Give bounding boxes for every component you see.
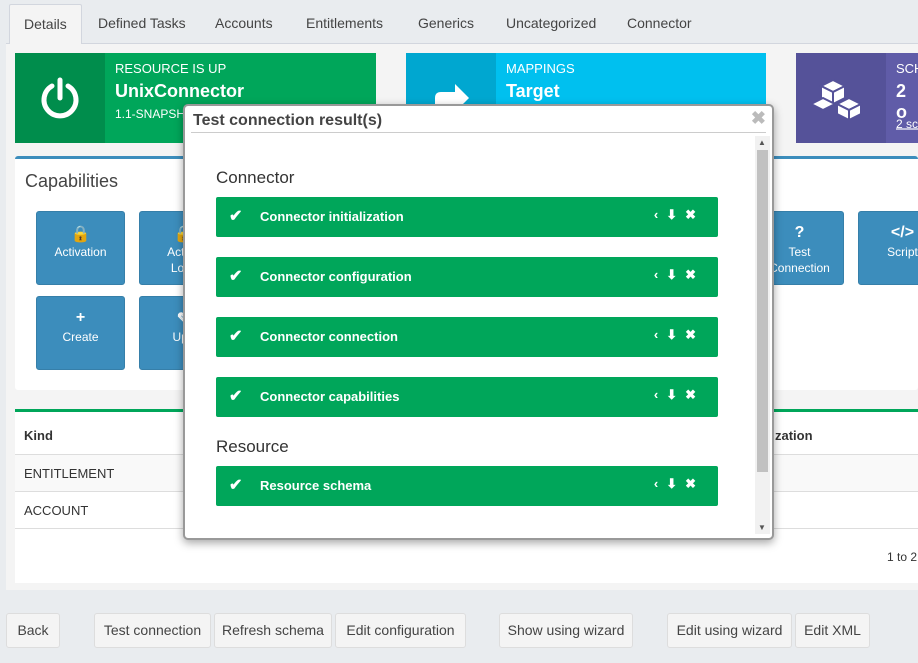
result-connector-configuration[interactable]: ✔ Connector configuration ‹⬇✖	[216, 257, 718, 297]
capabilities-title: Capabilities	[25, 171, 119, 191]
column-header-synchronization[interactable]: zation	[775, 428, 813, 443]
expand-icon[interactable]: ‹	[654, 476, 666, 491]
test-connection-button[interactable]: Test connection	[94, 613, 211, 648]
schema-sub: 2 sc	[896, 117, 918, 131]
tab-uncategorized[interactable]: Uncategorized	[492, 4, 610, 44]
result-connector-connection[interactable]: ✔ Connector connection ‹⬇✖	[216, 317, 718, 357]
download-icon[interactable]: ⬇	[666, 327, 685, 342]
dialog-scrollbar[interactable]: ▲ ▼	[755, 136, 770, 534]
tab-connector[interactable]: Connector	[613, 4, 706, 44]
result-actions: ‹⬇✖	[654, 267, 704, 283]
dialog-body: Connector ✔ Connector initialization ‹⬇✖…	[191, 136, 771, 534]
connector-version: 1.1-SNAPSH	[115, 107, 186, 121]
expand-icon[interactable]: ‹	[654, 327, 666, 342]
tab-details[interactable]: Details	[9, 4, 82, 45]
show-using-wizard-button[interactable]: Show using wizard	[499, 613, 633, 648]
code-icon: </>	[890, 224, 915, 241]
download-icon[interactable]: ⬇	[666, 267, 685, 282]
check-icon: ✔	[229, 208, 243, 225]
dialog-title: Test connection result(s)	[193, 112, 383, 129]
result-actions: ‹⬇✖	[654, 387, 704, 403]
scroll-down-icon[interactable]: ▼	[758, 523, 766, 532]
capability-activation-button[interactable]: 🔒 Activation	[36, 211, 125, 285]
power-icon	[15, 53, 105, 143]
column-header-kind[interactable]: Kind	[24, 428, 53, 443]
tab-entitlements[interactable]: Entitlements	[292, 4, 397, 44]
download-icon[interactable]: ⬇	[666, 387, 685, 402]
edit-configuration-button[interactable]: Edit configuration	[335, 613, 466, 648]
remove-icon[interactable]: ✖	[685, 267, 704, 282]
check-icon: ✔	[229, 388, 243, 405]
plus-icon: +	[75, 309, 86, 326]
connector-name: UnixConnector	[115, 81, 245, 101]
resource-status-caption: RESOURCE IS UP	[115, 61, 227, 76]
mappings-value: Target	[506, 81, 560, 101]
section-resource: Resource	[216, 437, 289, 456]
scroll-up-icon[interactable]: ▲	[758, 138, 766, 147]
lock-icon: 🔒	[70, 226, 91, 243]
edit-xml-button[interactable]: Edit XML	[795, 613, 870, 648]
expand-icon[interactable]: ‹	[654, 387, 666, 402]
result-actions: ‹⬇✖	[654, 327, 704, 343]
section-connector: Connector	[216, 168, 295, 187]
remove-icon[interactable]: ✖	[685, 387, 704, 402]
expand-icon[interactable]: ‹	[654, 207, 666, 222]
result-actions: ‹⬇✖	[654, 476, 704, 492]
schema-caption: SCH	[896, 61, 918, 76]
remove-icon[interactable]: ✖	[685, 476, 704, 491]
pagination-info: 1 to 2	[887, 550, 918, 564]
result-actions: ‹⬇✖	[654, 207, 704, 223]
remove-icon[interactable]: ✖	[685, 327, 704, 342]
capability-create-button[interactable]: + Create	[36, 296, 125, 370]
test-connection-dialog: Test connection result(s) ✖ Connector ✔ …	[183, 104, 774, 540]
remove-icon[interactable]: ✖	[685, 207, 704, 222]
check-icon: ✔	[229, 477, 243, 494]
expand-icon[interactable]: ‹	[654, 267, 666, 282]
capability-script-button[interactable]: </> Script	[858, 211, 918, 285]
result-resource-schema[interactable]: ✔ Resource schema ‹⬇✖	[216, 466, 718, 506]
tab-generics[interactable]: Generics	[404, 4, 488, 44]
refresh-schema-button[interactable]: Refresh schema	[214, 613, 332, 648]
dialog-divider	[191, 132, 766, 133]
download-icon[interactable]: ⬇	[666, 476, 685, 491]
edit-using-wizard-button[interactable]: Edit using wizard	[667, 613, 792, 648]
close-icon[interactable]: ✖	[751, 108, 766, 129]
cubes-icon	[796, 53, 886, 143]
back-button[interactable]: Back	[6, 613, 60, 648]
download-icon[interactable]: ⬇	[666, 207, 685, 222]
tab-bar: Details Defined Tasks Accounts Entitleme…	[6, 0, 918, 45]
check-icon: ✔	[229, 268, 243, 285]
result-connector-capabilities[interactable]: ✔ Connector capabilities ‹⬇✖	[216, 377, 718, 417]
result-connector-initialization[interactable]: ✔ Connector initialization ‹⬇✖	[216, 197, 718, 237]
mappings-caption: MAPPINGS	[506, 61, 575, 76]
check-icon: ✔	[229, 328, 243, 345]
scrollbar-thumb[interactable]	[757, 150, 768, 472]
tab-accounts[interactable]: Accounts	[201, 4, 287, 44]
schema-box: SCH 2 o 2 sc	[796, 53, 918, 143]
tab-defined-tasks[interactable]: Defined Tasks	[84, 4, 200, 44]
